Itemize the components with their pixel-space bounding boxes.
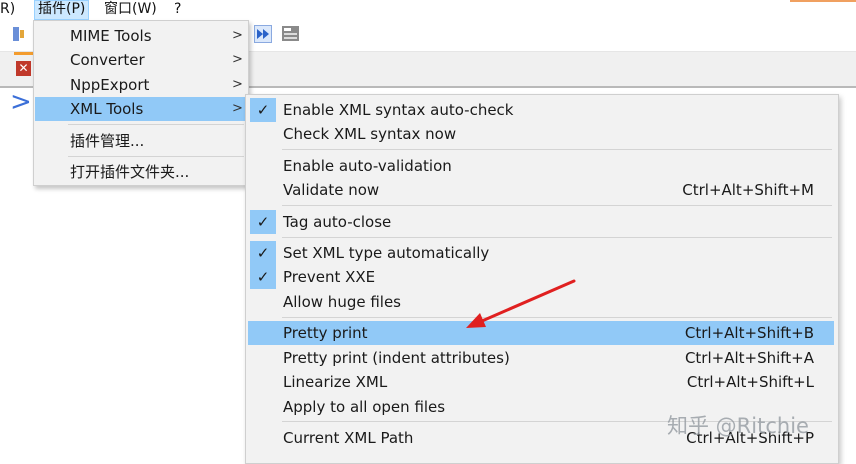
- checkmark-icon: ✓: [250, 98, 276, 122]
- xml-menu-item-check-syntax-now[interactable]: Check XML syntax now: [248, 122, 834, 146]
- menu-item-label: Apply to all open files: [283, 398, 446, 416]
- plugins-menu-item-mime-tools[interactable]: MIME Tools >: [35, 24, 247, 48]
- menu-item-label: Validate now: [283, 181, 380, 199]
- xml-menu-item-pretty-print-indent-attributes[interactable]: Pretty print (indent attributes) Ctrl+Al…: [248, 346, 834, 370]
- menu-separator: [282, 149, 832, 150]
- toolbar-icon[interactable]: [12, 25, 30, 43]
- menu-item-label: Check XML syntax now: [283, 125, 457, 143]
- menu-item-label: Enable XML syntax auto-check: [283, 101, 514, 119]
- macro-save-icon[interactable]: [281, 25, 299, 43]
- menu-separator: [282, 205, 832, 206]
- menu-item-label: Current XML Path: [283, 429, 414, 447]
- menu-separator: [282, 317, 832, 318]
- plugins-menu-item-converter[interactable]: Converter >: [35, 48, 247, 72]
- xml-menu-item-prevent-xxe[interactable]: ✓ Prevent XXE: [248, 265, 834, 289]
- menu-item-label: XML Tools: [70, 100, 144, 118]
- shortcut-label: Ctrl+Alt+Shift+A: [684, 349, 814, 367]
- menu-item-label: Enable auto-validation: [283, 157, 452, 175]
- menu-item-label: Allow huge files: [283, 293, 402, 311]
- menu-item-label: NppExport: [70, 76, 150, 94]
- plugins-menu-item-xml-tools[interactable]: XML Tools >: [35, 97, 247, 121]
- xml-menu-item-validate-now[interactable]: Validate now Ctrl+Alt+Shift+M: [248, 178, 834, 202]
- xml-menu-item-allow-huge-files[interactable]: Allow huge files: [248, 290, 834, 314]
- plugins-menu-item-nppexport[interactable]: NppExport >: [35, 73, 247, 97]
- plugins-menu: MIME Tools > Converter > NppExport > XML…: [33, 20, 249, 186]
- menu-separator: [68, 156, 244, 157]
- menubar: R) 插件(P) 窗口(W) ?: [0, 0, 856, 20]
- submenu-arrow-icon: >: [232, 52, 243, 67]
- shortcut-label: Ctrl+Alt+Shift+L: [686, 373, 814, 391]
- menu-separator: [68, 124, 244, 125]
- menu-item-label: 插件管理...: [70, 132, 145, 150]
- shortcut-label: Ctrl+Alt+Shift+B: [684, 324, 814, 342]
- submenu-arrow-icon: >: [232, 101, 243, 116]
- menu-item-label: Set XML type automatically: [283, 244, 490, 262]
- menu-item-label: Tag auto-close: [283, 213, 392, 231]
- menu-item-label: Converter: [70, 51, 145, 69]
- xml-menu-item-pretty-print[interactable]: Pretty print Ctrl+Alt+Shift+B: [248, 321, 834, 345]
- menu-separator: [282, 237, 832, 238]
- menu-item-label: Pretty print: [283, 324, 368, 342]
- xml-menu-item-tag-auto-close[interactable]: ✓ Tag auto-close: [248, 210, 834, 234]
- shortcut-label: Ctrl+Alt+Shift+M: [682, 181, 814, 199]
- submenu-arrow-icon: >: [232, 77, 243, 92]
- checkmark-icon: ✓: [250, 241, 276, 265]
- xml-menu-item-set-xml-type-automatically[interactable]: ✓ Set XML type automatically: [248, 241, 834, 265]
- menu-item-label: Pretty print (indent attributes): [283, 349, 510, 367]
- plugins-menu-item-open-plugin-folder[interactable]: 打开插件文件夹...: [35, 160, 247, 184]
- menu-window[interactable]: 窗口(W): [104, 0, 157, 20]
- menu-run-fragment[interactable]: R): [0, 0, 15, 20]
- xml-menu-item-linearize-xml[interactable]: Linearize XML Ctrl+Alt+Shift+L: [248, 370, 834, 394]
- plugins-menu-item-plugin-admin[interactable]: 插件管理...: [35, 129, 247, 153]
- checkmark-icon: ✓: [250, 265, 276, 289]
- submenu-arrow-icon: >: [232, 28, 243, 43]
- menu-item-label: MIME Tools: [70, 27, 152, 45]
- checkmark-icon: ✓: [250, 210, 276, 234]
- watermark: 知乎 @Ritchie: [667, 414, 809, 438]
- menu-item-label: 打开插件文件夹...: [70, 163, 190, 181]
- xml-menu-item-enable-syntax-auto-check[interactable]: ✓ Enable XML syntax auto-check: [248, 98, 834, 122]
- xml-tools-menu: ✓ Enable XML syntax auto-check Check XML…: [245, 94, 839, 464]
- close-tab-icon[interactable]: ✕: [16, 61, 31, 76]
- editor-prompt: >: [10, 87, 32, 117]
- menu-help[interactable]: ?: [174, 0, 181, 20]
- menu-item-label: Linearize XML: [283, 373, 388, 391]
- decorative-strip: [790, 0, 856, 2]
- xml-menu-item-enable-auto-validation[interactable]: Enable auto-validation: [248, 154, 834, 178]
- menu-item-label: Prevent XXE: [283, 268, 376, 286]
- menu-plugins[interactable]: 插件(P): [34, 0, 90, 20]
- macro-fast-forward-icon[interactable]: [254, 25, 272, 43]
